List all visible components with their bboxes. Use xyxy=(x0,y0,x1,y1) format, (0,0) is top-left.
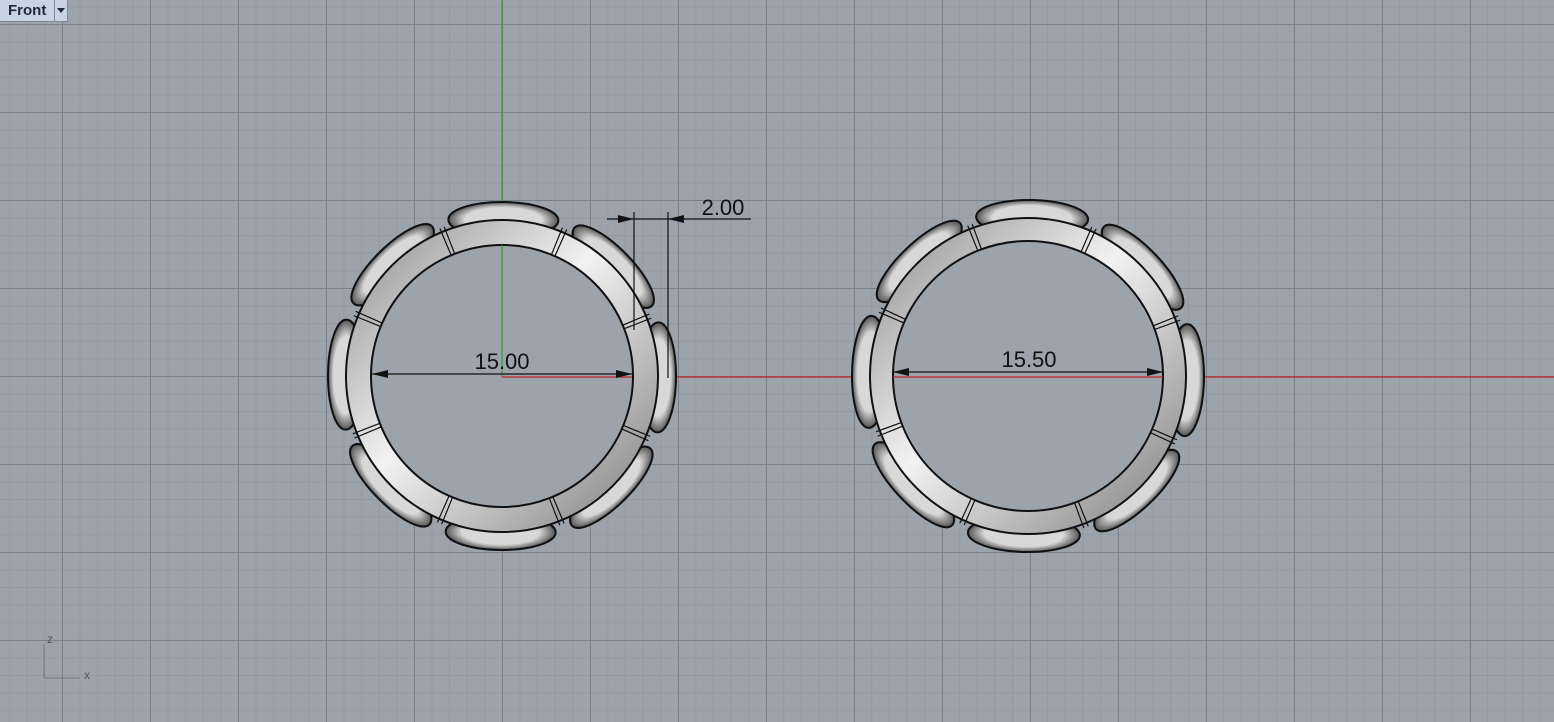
dimension-value: 15.00 xyxy=(474,349,529,374)
axis-icon-x-label: x xyxy=(84,668,90,682)
dimension-value: 15.50 xyxy=(1001,347,1056,372)
chevron-down-icon[interactable] xyxy=(54,0,67,21)
right-ring[interactable] xyxy=(851,199,1206,554)
dimension-value: 2.00 xyxy=(702,195,745,220)
axis-icon: z x xyxy=(43,632,90,682)
axis-icon-z-label: z xyxy=(47,632,53,646)
ring-inner-edge xyxy=(892,240,1164,512)
viewport-title-tab[interactable]: Front xyxy=(0,0,69,22)
viewport-scene: 15.00 15.50 2.00 z x xyxy=(43,0,1554,682)
viewport-name[interactable]: Front xyxy=(0,0,54,21)
